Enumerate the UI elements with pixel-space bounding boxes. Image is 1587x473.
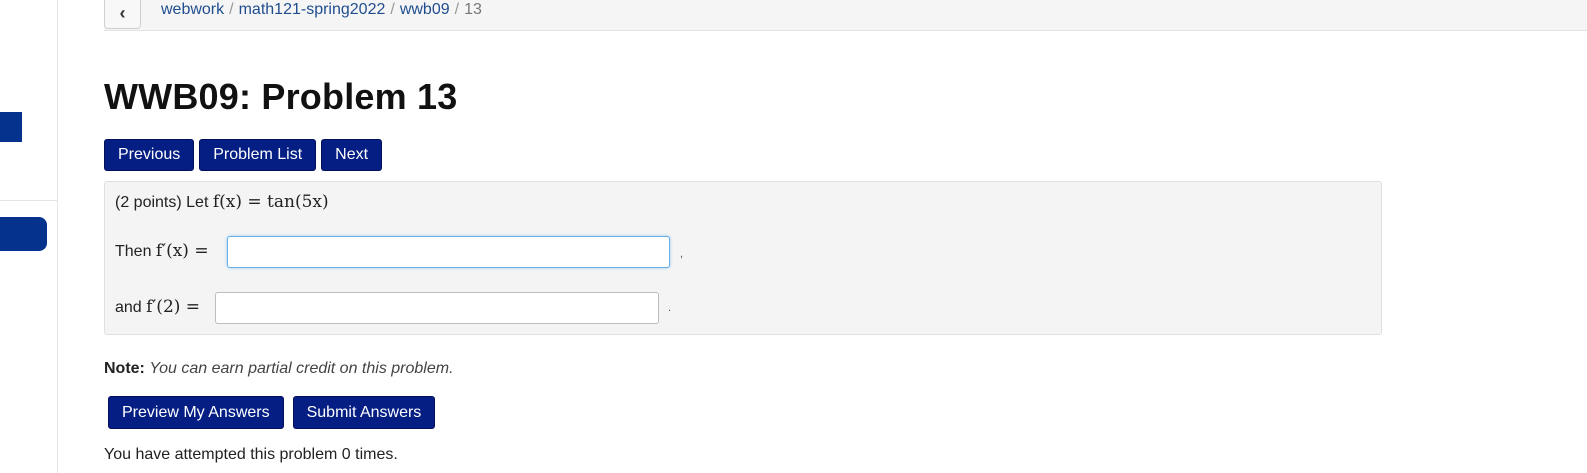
note-text: You can earn partial credit on this prob…: [149, 360, 454, 377]
breadcrumb: webwork / math121-spring2022/wwb09/13: [161, 1, 482, 19]
problem-statement: (2 points) Let f(x) = tan(5x): [115, 192, 329, 212]
problem-body: (2 points) Let f(x) = tan(5x) Then f′(x)…: [104, 181, 1382, 335]
breadcrumb-current: 13: [464, 1, 482, 18]
answer-line-derivative: Then f′(x) =: [115, 241, 209, 261]
breadcrumb-separator: /: [454, 1, 460, 18]
breadcrumb-link-course[interactable]: math121-spring2022: [239, 1, 386, 18]
line-end-comma: ,: [680, 248, 684, 260]
partial-credit-note: Note: You can earn partial credit on thi…: [104, 360, 454, 378]
next-button[interactable]: Next: [321, 139, 383, 171]
breadcrumb-bar: ‹ webwork / math121-spring2022/wwb09/13: [104, 0, 1587, 31]
answer-prefix: and: [115, 299, 142, 316]
note-label: Note:: [104, 360, 145, 377]
breadcrumb-separator: /: [390, 1, 395, 18]
problem-intro: (2 points) Let: [115, 194, 209, 211]
page-title: WWB09: Problem 13: [104, 76, 458, 117]
answer-line-value: and f′(2) =: [115, 297, 200, 317]
chevron-left-icon: ‹: [119, 3, 126, 23]
submit-answers-button[interactable]: Submit Answers: [292, 396, 436, 429]
derivative-at-2-answer-input[interactable]: [215, 292, 659, 324]
breadcrumb-link-set[interactable]: wwb09: [400, 1, 450, 18]
breadcrumb-separator: /: [229, 1, 234, 18]
sidebar-active-item[interactable]: [0, 217, 47, 251]
sidebar-divider: [0, 200, 57, 201]
attempts-status: You have attempted this problem 0 times.: [104, 446, 398, 463]
problem-list-button[interactable]: Problem List: [199, 139, 317, 171]
derivative-answer-input[interactable]: [227, 236, 670, 268]
breadcrumb-link-webwork[interactable]: webwork: [161, 1, 224, 18]
derivative-label: f′(x) =: [155, 241, 209, 261]
answer-prefix: Then: [115, 243, 152, 260]
previous-button[interactable]: Previous: [104, 139, 195, 171]
problem-navigation: Previous Problem List Next: [104, 139, 383, 171]
answer-actions: Preview My Answers Submit Answers: [108, 396, 436, 429]
function-expression: f(x) = tan(5x): [212, 192, 329, 212]
line-end-period: .: [668, 302, 672, 314]
sidebar-active-marker[interactable]: [0, 112, 22, 142]
preview-answers-button[interactable]: Preview My Answers: [108, 396, 284, 429]
back-button[interactable]: ‹: [104, 0, 141, 29]
left-sidebar: [0, 0, 58, 473]
derivative-at-2-label: f′(2) =: [146, 297, 201, 317]
